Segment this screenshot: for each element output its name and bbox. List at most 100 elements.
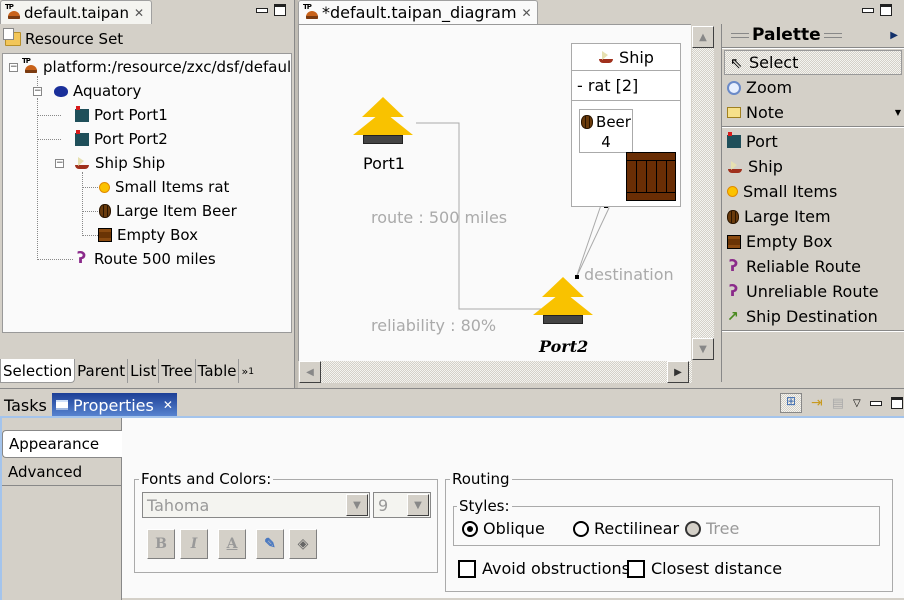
palette-item-empty-box[interactable]: Empty Box bbox=[722, 229, 904, 254]
palette-item-port[interactable]: Port bbox=[722, 129, 904, 154]
route-name-label[interactable]: route : 500 miles bbox=[371, 208, 507, 227]
dropdown-arrow-icon[interactable]: ▼ bbox=[895, 108, 901, 117]
tab-tasks[interactable]: Tasks bbox=[0, 393, 51, 417]
minimize-icon[interactable] bbox=[862, 7, 874, 13]
dropdown-arrow-icon[interactable]: ▼ bbox=[407, 494, 429, 516]
tab-overflow[interactable]: » 1 bbox=[239, 359, 257, 383]
tab-properties[interactable]: Properties ✕ bbox=[52, 393, 177, 417]
palette-tool-note[interactable]: Note ▼ bbox=[722, 100, 904, 125]
editor-view-controls bbox=[862, 4, 892, 16]
link-with-editor-icon[interactable]: ⇥ bbox=[811, 395, 823, 411]
crate-plank bbox=[656, 161, 657, 192]
ship-icon bbox=[727, 160, 743, 174]
destination-label[interactable]: destination bbox=[584, 265, 674, 284]
palette-item-label: Unreliable Route bbox=[746, 282, 879, 301]
canvas-vertical-scrollbar[interactable]: ▲ ▼ bbox=[692, 26, 714, 360]
tree-item[interactable]: Empty Box bbox=[98, 224, 198, 246]
palette-item-large-item[interactable]: Large Item bbox=[722, 204, 904, 229]
checkbox-closest-distance[interactable]: Closest distance bbox=[627, 559, 782, 578]
tab-list[interactable]: List bbox=[128, 359, 160, 383]
tree-item[interactable]: − Ship Ship bbox=[55, 152, 165, 174]
tree-guide bbox=[82, 172, 83, 236]
palette-item-label: Large Item bbox=[744, 207, 831, 226]
ship-attribute[interactable]: - rat [2] bbox=[572, 71, 680, 101]
tree-item[interactable]: Large Item Beer bbox=[99, 200, 237, 222]
font-name-value: Tahoma bbox=[147, 495, 210, 515]
minimize-icon[interactable] bbox=[869, 400, 882, 406]
line-color-button[interactable]: ✎ bbox=[256, 529, 284, 559]
port1-figure[interactable] bbox=[353, 97, 415, 147]
tree-item[interactable]: Small Items rat bbox=[99, 176, 229, 198]
tree-item[interactable]: Route 500 miles bbox=[75, 248, 216, 270]
collapse-toggle[interactable]: − bbox=[9, 62, 18, 72]
minimize-icon[interactable] bbox=[256, 7, 268, 13]
palette-menu-arrow-icon[interactable]: ▶ bbox=[890, 30, 898, 41]
font-size-combo[interactable]: 9 ▼ bbox=[373, 492, 431, 518]
tree-item[interactable]: Port Port1 bbox=[75, 104, 168, 126]
show-categories-icon[interactable]: ⊞ bbox=[780, 393, 802, 413]
maximize-icon[interactable] bbox=[890, 397, 903, 409]
tree-item[interactable]: − Aquatory bbox=[33, 80, 141, 102]
side-tab-advanced[interactable]: Advanced bbox=[2, 458, 121, 486]
maximize-icon[interactable] bbox=[880, 4, 892, 16]
barrel-icon bbox=[727, 209, 739, 224]
palette-item-reliable-route[interactable]: Reliable Route bbox=[722, 254, 904, 279]
radio-indicator[interactable] bbox=[573, 520, 589, 537]
font-name-combo[interactable]: Tahoma ▼ bbox=[142, 492, 370, 518]
palette-item-small-items[interactable]: Small Items bbox=[722, 179, 904, 204]
port-icon bbox=[75, 129, 89, 146]
scroll-up-button[interactable]: ▲ bbox=[692, 26, 714, 48]
diagram-canvas[interactable]: Port1 Port2 route : 500 miles reliabilit… bbox=[298, 24, 691, 361]
dropdown-arrow-icon[interactable]: ▼ bbox=[346, 494, 368, 516]
scroll-left-button[interactable]: ◀ bbox=[299, 361, 321, 383]
close-icon[interactable]: ✕ bbox=[163, 398, 173, 412]
port2-label[interactable]: Port2 bbox=[539, 337, 588, 356]
collapse-toggle[interactable]: − bbox=[55, 158, 64, 168]
tab-selection[interactable]: Selection bbox=[0, 359, 76, 383]
palette-item-ship-destination[interactable]: ↗ Ship Destination bbox=[722, 304, 904, 329]
large-item-figure[interactable]: Beer 4 bbox=[579, 109, 633, 153]
close-icon[interactable]: ✕ bbox=[522, 6, 532, 20]
palette-tool-select[interactable]: ⇖ Select bbox=[724, 50, 902, 75]
tab-default-taipan[interactable]: TP default.taipan ✕ bbox=[0, 0, 152, 24]
palette-item-unreliable-route[interactable]: Unreliable Route bbox=[722, 279, 904, 304]
maximize-icon[interactable] bbox=[274, 4, 286, 16]
scroll-right-button[interactable]: ▶ bbox=[667, 361, 689, 383]
view-menu-icon[interactable]: ▽ bbox=[853, 398, 861, 409]
tab-default-taipan-diagram[interactable]: TP *default.taipan_diagram ✕ bbox=[298, 0, 538, 24]
radio-rectilinear[interactable]: Rectilinear bbox=[573, 519, 679, 538]
restore-default-icon[interactable]: ▤ bbox=[832, 396, 844, 411]
checkbox-indicator[interactable] bbox=[627, 559, 645, 578]
radio-indicator[interactable] bbox=[462, 520, 478, 537]
crate-plank bbox=[627, 160, 675, 161]
resource-set-label: Resource Set bbox=[25, 30, 124, 48]
taipan-file-icon: TP bbox=[303, 3, 319, 21]
ship-figure[interactable]: Ship - rat [2] Beer 4 bbox=[571, 43, 681, 207]
tab-table[interactable]: Table bbox=[195, 359, 240, 383]
scroll-down-button[interactable]: ▼ bbox=[692, 338, 714, 360]
side-tab-appearance[interactable]: Appearance bbox=[2, 430, 122, 458]
tab-tree[interactable]: Tree bbox=[159, 359, 196, 383]
canvas-horizontal-scrollbar[interactable]: ◀ ▶ bbox=[299, 361, 692, 383]
route-reliability-label[interactable]: reliability : 80% bbox=[371, 316, 496, 335]
radio-label: Tree bbox=[706, 519, 740, 538]
close-icon[interactable]: ✕ bbox=[134, 6, 144, 20]
tree-item[interactable]: Port Port2 bbox=[75, 128, 168, 150]
palette-header[interactable]: Palette ▶ bbox=[722, 24, 904, 46]
font-color-button[interactable]: A bbox=[218, 529, 246, 559]
empty-box-figure[interactable] bbox=[626, 152, 676, 201]
checkbox-indicator[interactable] bbox=[458, 559, 476, 578]
port2-figure[interactable] bbox=[533, 277, 595, 327]
palette-item-label: Note bbox=[746, 103, 784, 122]
checkbox-avoid-obstructions[interactable]: Avoid obstructions bbox=[458, 559, 630, 578]
collapse-toggle[interactable]: − bbox=[33, 86, 42, 96]
palette-item-ship[interactable]: Ship bbox=[722, 154, 904, 179]
italic-button[interactable]: I bbox=[180, 529, 208, 559]
port1-label[interactable]: Port1 bbox=[363, 154, 405, 173]
tree-item[interactable]: − TP platform:/resource/zxc/dsf/default.… bbox=[9, 56, 291, 78]
palette-tool-zoom[interactable]: Zoom bbox=[722, 75, 904, 100]
tab-parent[interactable]: Parent bbox=[75, 359, 129, 383]
fill-color-button[interactable]: ◈ bbox=[289, 529, 317, 559]
bold-button[interactable]: B bbox=[147, 529, 175, 559]
radio-oblique[interactable]: Oblique bbox=[462, 519, 545, 538]
